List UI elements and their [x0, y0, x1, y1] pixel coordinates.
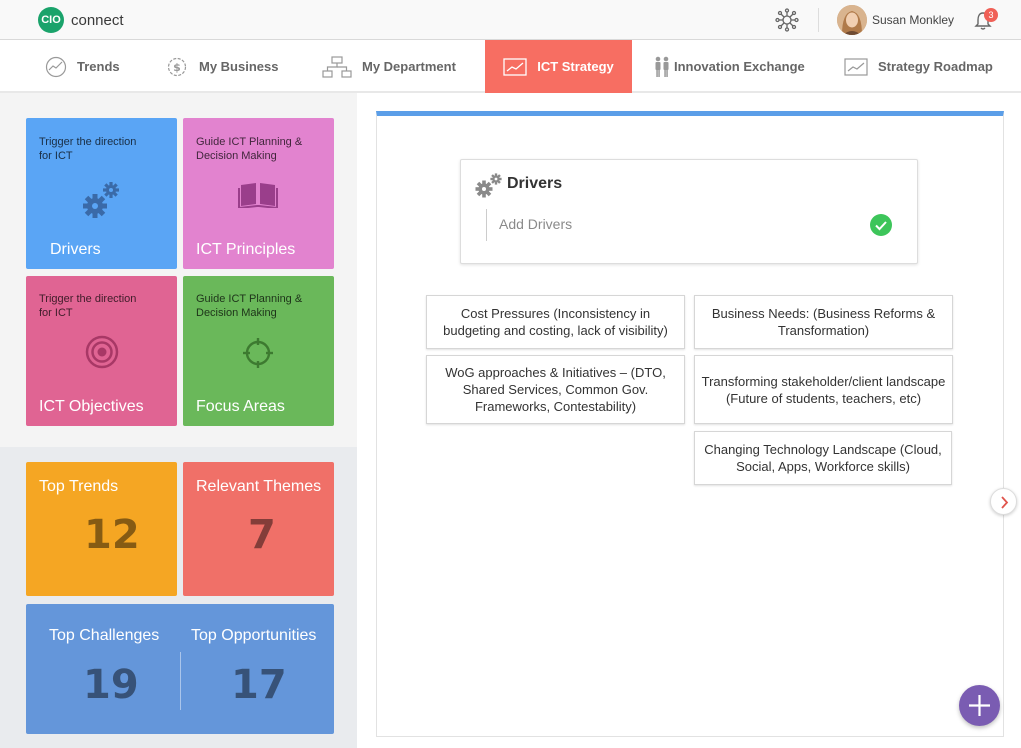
crosshair-icon	[243, 338, 273, 368]
tile-title: ICT Principles	[196, 241, 296, 258]
logo-badge: CIO	[38, 7, 64, 33]
tab-trends[interactable]: Trends	[45, 40, 120, 93]
tile-title: Drivers	[50, 241, 101, 258]
dollar-gear-icon: $	[167, 57, 187, 76]
tile-subtitle: Guide ICT Planning & Decision Making	[196, 136, 303, 162]
stat-value: 12	[84, 512, 140, 558]
topbar-divider	[818, 8, 819, 32]
driver-text: Changing Technology Landscape (Cloud, So…	[704, 442, 942, 474]
add-button[interactable]	[959, 685, 1000, 726]
stat-top-trends[interactable]: Top Trends 12	[26, 462, 177, 596]
stat-label: Relevant Themes	[196, 478, 322, 495]
tile-subtitle: Guide ICT Planning & Decision Making	[196, 293, 303, 319]
network-icon[interactable]	[775, 8, 799, 32]
book-icon	[238, 183, 278, 208]
stat-label: Top Opportunities	[191, 627, 317, 644]
svg-text:$: $	[173, 61, 181, 74]
tab-label: Strategy Roadmap	[878, 59, 993, 74]
driver-card[interactable]: Business Needs: (Business Reforms & Tran…	[694, 295, 953, 349]
gears-icon	[83, 182, 119, 218]
people-icon	[655, 56, 669, 77]
driver-card[interactable]: Cost Pressures (Inconsistency in budgeti…	[426, 295, 685, 349]
stat-label: Top Challenges	[49, 627, 160, 644]
stat-top-challenges[interactable]: Top Challenges 19	[26, 604, 180, 734]
tile-focus-areas[interactable]: Guide ICT Planning & Decision Making Foc…	[183, 276, 334, 426]
org-chart-icon	[322, 55, 352, 78]
target-icon	[85, 335, 119, 369]
next-arrow-button[interactable]	[990, 488, 1017, 515]
avatar[interactable]	[837, 5, 867, 35]
tab-label: ICT Strategy	[537, 59, 614, 74]
stat-top-opportunities[interactable]: Top Opportunities 17	[181, 604, 334, 734]
tab-strategy-roadmap[interactable]: Strategy Roadmap	[844, 40, 993, 93]
tile-subtitle: Trigger the direction for ICT	[39, 136, 137, 162]
gears-icon	[475, 173, 502, 198]
tab-ict-strategy[interactable]: ICT Strategy	[485, 40, 632, 93]
user-name[interactable]: Susan Monkley	[872, 13, 954, 27]
chevron-right-icon	[1001, 496, 1009, 509]
add-drivers-input[interactable]: Add Drivers	[499, 216, 572, 232]
tab-innovation-exchange[interactable]: Innovation Exchange	[654, 40, 805, 93]
section-title: Drivers	[507, 175, 563, 192]
trend-line-icon	[45, 56, 67, 77]
logo[interactable]: CIO connect	[38, 7, 124, 33]
stat-value: 7	[248, 512, 276, 558]
tile-ict-objectives[interactable]: Trigger the direction for ICT ICT Object…	[26, 276, 177, 426]
logo-text: connect	[71, 11, 124, 29]
driver-card[interactable]: Transforming stakeholder/client landscap…	[694, 355, 953, 424]
stat-challenges-opportunities: Top Challenges 19 Top Opportunities 17	[26, 604, 334, 734]
driver-card[interactable]: WoG approaches & Initiatives – (DTO, Sha…	[426, 355, 685, 424]
tile-subtitle: Trigger the direction for ICT	[39, 293, 137, 319]
tab-label: My Department	[362, 59, 456, 74]
top-bar: CIO connect Susan Monkley 3	[0, 0, 1021, 40]
stat-relevant-themes[interactable]: Relevant Themes 7	[183, 462, 334, 596]
tile-drivers[interactable]: Trigger the direction for ICT Drivers	[26, 118, 177, 269]
tab-label: My Business	[199, 59, 279, 74]
plus-icon	[969, 695, 990, 716]
tile-title: ICT Objectives	[39, 398, 144, 415]
input-divider	[486, 209, 487, 241]
roadmap-chart-icon	[844, 57, 868, 76]
tab-label: Innovation Exchange	[674, 59, 805, 74]
tile-title: Focus Areas	[196, 398, 285, 415]
tab-my-business[interactable]: $ My Business	[165, 40, 278, 93]
notification-badge: 3	[984, 8, 998, 22]
main-nav: Trends $ My Business My Department ICT S…	[0, 40, 1021, 93]
driver-text: Transforming stakeholder/client landscap…	[701, 373, 946, 406]
drivers-input-box: Drivers Add Drivers	[460, 159, 918, 264]
driver-card[interactable]: Changing Technology Landscape (Cloud, So…	[694, 431, 952, 485]
chart-icon	[503, 57, 527, 76]
stat-value: 17	[231, 662, 287, 708]
driver-text: Cost Pressures (Inconsistency in budgeti…	[443, 306, 668, 338]
confirm-check-icon[interactable]	[870, 214, 892, 236]
driver-text: WoG approaches & Initiatives – (DTO, Sha…	[445, 365, 666, 414]
tile-ict-principles[interactable]: Guide ICT Planning & Decision Making ICT…	[183, 118, 334, 269]
tab-label: Trends	[77, 59, 120, 74]
stat-label: Top Trends	[39, 478, 119, 495]
tab-my-department[interactable]: My Department	[322, 40, 456, 93]
stat-value: 19	[83, 662, 139, 708]
driver-text: Business Needs: (Business Reforms & Tran…	[711, 306, 936, 338]
